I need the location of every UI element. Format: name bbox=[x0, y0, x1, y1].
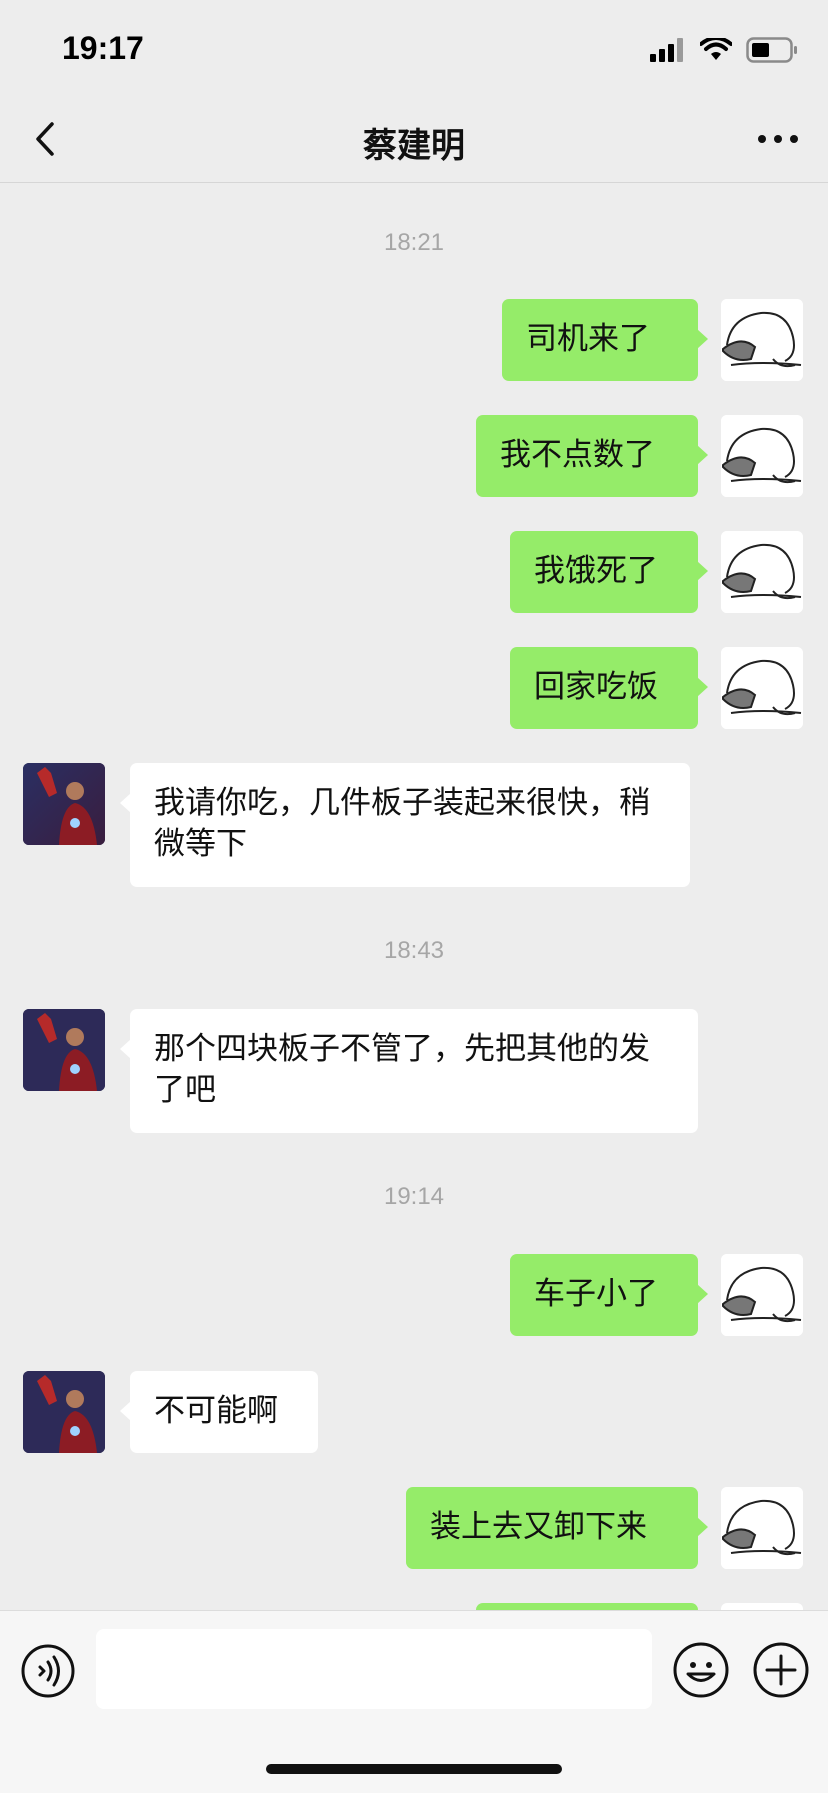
status-icons bbox=[650, 34, 798, 66]
sticker-avatar-icon bbox=[721, 1254, 803, 1336]
received-message-bubble[interactable]: 那个四块板子不管了，先把其他的发了吧 bbox=[120, 1009, 698, 1133]
my-avatar-partial[interactable] bbox=[721, 1603, 803, 1610]
sent-message-bubble[interactable]: 回家吃饭 bbox=[510, 647, 708, 729]
voice-icon[interactable] bbox=[20, 1643, 76, 1699]
my-avatar[interactable] bbox=[721, 1254, 803, 1336]
sticker-avatar-icon bbox=[721, 647, 803, 729]
sent-message-bubble-partial[interactable] bbox=[476, 1603, 698, 1610]
battery-icon bbox=[746, 37, 797, 63]
sticker-avatar-icon bbox=[721, 1487, 803, 1569]
sent-message-bubble[interactable]: 车子小了 bbox=[510, 1254, 708, 1336]
nav-bar: 蔡建明 bbox=[0, 96, 828, 183]
page-title: 蔡建明 bbox=[363, 126, 465, 166]
my-avatar[interactable] bbox=[721, 299, 803, 381]
my-avatar[interactable] bbox=[721, 647, 803, 729]
wifi-icon bbox=[700, 38, 732, 60]
timestamp-divider: 18:43 bbox=[383, 937, 445, 964]
home-indicator bbox=[266, 1764, 562, 1774]
my-avatar[interactable] bbox=[721, 1487, 803, 1569]
contact-avatar[interactable] bbox=[23, 763, 105, 845]
sent-message-bubble[interactable]: 装上去又卸下来 bbox=[406, 1487, 708, 1569]
superhero-avatar-icon bbox=[23, 1009, 105, 1091]
sent-message-bubble[interactable]: 我不点数了 bbox=[476, 415, 708, 497]
superhero-avatar-icon bbox=[23, 1371, 105, 1453]
my-avatar[interactable] bbox=[721, 531, 803, 613]
superhero-avatar-icon bbox=[23, 763, 105, 845]
message-input[interactable] bbox=[96, 1629, 652, 1709]
contact-avatar[interactable] bbox=[23, 1009, 105, 1091]
input-bar bbox=[0, 1610, 828, 1793]
emoji-icon[interactable] bbox=[672, 1641, 730, 1699]
sticker-avatar-icon bbox=[721, 531, 803, 613]
sticker-avatar-icon bbox=[721, 415, 803, 497]
sent-message-bubble[interactable]: 我饿死了 bbox=[510, 531, 708, 613]
sticker-avatar-icon bbox=[721, 299, 803, 381]
received-message-bubble[interactable]: 不可能啊 bbox=[120, 1371, 318, 1453]
contact-avatar[interactable] bbox=[23, 1371, 105, 1453]
cellular-signal-icon bbox=[650, 38, 683, 62]
more-dots-icon[interactable] bbox=[752, 116, 804, 162]
plus-icon[interactable] bbox=[752, 1641, 810, 1699]
chat-area[interactable]: 18:21 司机来了 我不点数了 我饿死了 回家吃饭 我请你吃，几件板子装起来很… bbox=[0, 183, 828, 1610]
timestamp-divider: 18:21 bbox=[383, 229, 445, 256]
status-bar: 19:17 bbox=[0, 0, 828, 96]
timestamp-divider: 19:14 bbox=[383, 1183, 445, 1210]
received-message-bubble[interactable]: 我请你吃，几件板子装起来很快，稍微等下 bbox=[120, 763, 690, 887]
sent-message-bubble[interactable]: 司机来了 bbox=[502, 299, 708, 381]
my-avatar[interactable] bbox=[721, 415, 803, 497]
status-time: 19:17 bbox=[62, 30, 144, 66]
